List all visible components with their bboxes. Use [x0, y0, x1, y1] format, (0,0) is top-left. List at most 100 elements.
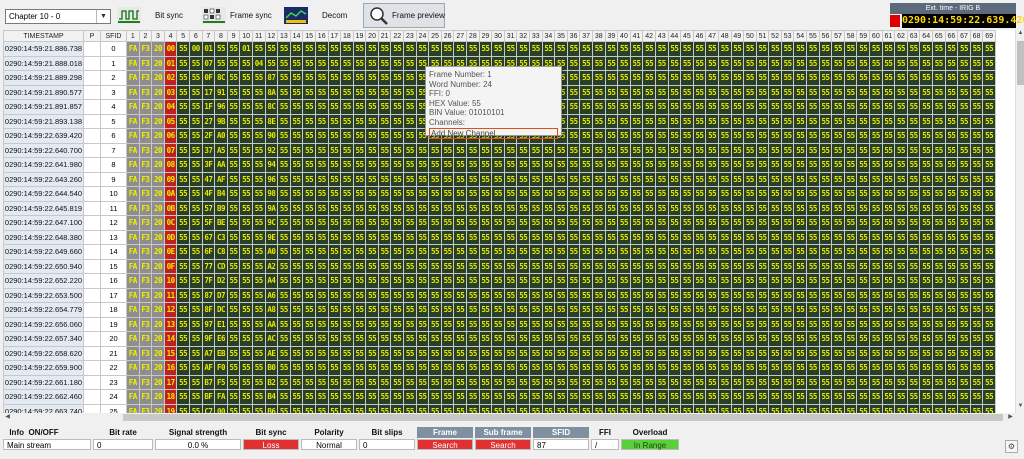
word-cell[interactable]: 55 [680, 360, 694, 376]
word-cell[interactable]: 55 [768, 215, 782, 231]
word-cell[interactable]: 55 [629, 345, 644, 361]
header-word-21[interactable]: 21 [377, 30, 392, 42]
word-cell[interactable]: 07 [201, 55, 216, 71]
word-cell[interactable]: 55 [176, 258, 190, 274]
word-cell[interactable]: 55 [793, 186, 808, 202]
word-cell[interactable]: 55 [730, 41, 745, 57]
subframe-id-cell[interactable]: 13 [163, 316, 178, 332]
word-cell[interactable]: 55 [277, 389, 291, 405]
word-cell[interactable]: 55 [277, 41, 291, 57]
table-row[interactable]: 0290:14:59:22.650.940 15 FA F3 20 0F 55 55 77 CD 5… [3, 258, 996, 274]
sync-word-cell[interactable]: FA [126, 113, 140, 129]
word-cell[interactable]: 8F [201, 302, 216, 318]
sync-word-cell[interactable]: 20 [151, 142, 165, 158]
word-cell[interactable]: 55 [277, 345, 291, 361]
word-cell[interactable]: 55 [629, 331, 644, 347]
table-row[interactable]: 0290:14:59:22.662.460 24 FA F3 20 18 55 55 BF FA 5… [3, 389, 996, 405]
word-cell[interactable]: 55 [415, 215, 430, 231]
word-cell[interactable]: 55 [289, 316, 304, 332]
word-cell[interactable]: 55 [365, 171, 379, 187]
word-cell[interactable]: 55 [478, 244, 493, 260]
word-cell[interactable]: 55 [680, 331, 694, 347]
word-cell[interactable]: 55 [932, 55, 946, 71]
word-cell[interactable]: 9E [264, 229, 279, 245]
word-cell[interactable]: 55 [856, 41, 871, 57]
word-cell[interactable]: 55 [440, 374, 455, 390]
word-cell[interactable]: A0 [264, 244, 279, 260]
word-cell[interactable]: 9B [214, 113, 228, 129]
word-cell[interactable]: 55 [944, 70, 959, 86]
word-cell[interactable]: 55 [906, 389, 921, 405]
word-cell[interactable]: 55 [554, 374, 568, 390]
word-cell[interactable]: 55 [793, 331, 808, 347]
word-cell[interactable]: 55 [957, 345, 971, 361]
word-cell[interactable]: 55 [617, 186, 631, 202]
word-cell[interactable]: 55 [428, 331, 442, 347]
word-cell[interactable]: 55 [591, 128, 606, 144]
word-cell[interactable]: 55 [818, 316, 833, 332]
word-cell[interactable]: 55 [629, 273, 644, 289]
word-cell[interactable]: 55 [932, 186, 946, 202]
word-cell[interactable]: 55 [302, 157, 316, 173]
word-cell[interactable]: 55 [352, 302, 367, 318]
word-cell[interactable]: 55 [352, 229, 367, 245]
word-cell[interactable]: 55 [365, 244, 379, 260]
word-cell[interactable]: 55 [705, 70, 719, 86]
word-cell[interactable]: 55 [579, 200, 593, 216]
word-cell[interactable]: 55 [617, 41, 631, 57]
word-cell[interactable]: 55 [843, 128, 858, 144]
word-cell[interactable]: 55 [491, 171, 505, 187]
word-cell[interactable]: 55 [340, 389, 354, 405]
word-cell[interactable]: 55 [440, 258, 455, 274]
word-cell[interactable]: 55 [226, 70, 241, 86]
word-cell[interactable]: 55 [680, 403, 694, 413]
word-cell[interactable]: 55 [541, 215, 556, 231]
header-word-46[interactable]: 46 [692, 30, 707, 42]
word-cell[interactable]: 55 [566, 229, 581, 245]
word-cell[interactable]: 55 [680, 244, 694, 260]
word-cell[interactable]: 55 [629, 142, 644, 158]
word-cell[interactable]: 55 [428, 229, 442, 245]
word-cell[interactable]: 55 [251, 374, 266, 390]
word-cell[interactable]: 55 [516, 403, 530, 413]
word-cell[interactable]: 55 [869, 229, 883, 245]
word-cell[interactable]: 55 [277, 215, 291, 231]
word-cell[interactable]: 55 [302, 200, 316, 216]
word-cell[interactable]: 55 [289, 389, 304, 405]
word-cell[interactable]: 55 [654, 244, 669, 260]
word-cell[interactable]: 55 [768, 200, 782, 216]
word-cell[interactable]: 55 [226, 215, 241, 231]
word-cell[interactable]: AE [264, 345, 279, 361]
word-cell[interactable]: 55 [743, 302, 757, 318]
word-cell[interactable]: 55 [251, 244, 266, 260]
word-cell[interactable]: 55 [516, 215, 530, 231]
word-cell[interactable]: 55 [642, 374, 656, 390]
table-row[interactable]: 0290:14:59:22.644.540 10 FA F3 20 0A 55 55 4F B4 5… [3, 186, 996, 202]
word-cell[interactable]: 55 [957, 258, 971, 274]
word-cell[interactable]: 55 [793, 302, 808, 318]
word-cell[interactable]: 55 [604, 99, 619, 115]
word-cell[interactable]: 55 [906, 55, 921, 71]
word-cell[interactable]: 55 [730, 70, 745, 86]
word-cell[interactable]: 55 [667, 331, 682, 347]
word-cell[interactable]: 55 [239, 99, 253, 115]
word-cell[interactable]: 55 [831, 215, 845, 231]
word-cell[interactable]: 55 [869, 84, 883, 100]
word-cell[interactable]: 55 [415, 345, 430, 361]
word-cell[interactable]: 55 [554, 345, 568, 361]
word-cell[interactable]: 55 [642, 360, 656, 376]
word-cell[interactable]: 55 [957, 374, 971, 390]
word-cell[interactable]: 55 [780, 142, 795, 158]
word-cell[interactable]: 55 [856, 374, 871, 390]
header-p[interactable]: P [83, 30, 101, 42]
word-cell[interactable]: 55 [793, 244, 808, 260]
subframe-id-cell[interactable]: 15 [163, 345, 178, 361]
word-cell[interactable]: 55 [377, 70, 392, 86]
word-cell[interactable]: 55 [680, 374, 694, 390]
word-cell[interactable]: 55 [743, 186, 757, 202]
word-cell[interactable]: 55 [566, 142, 581, 158]
word-cell[interactable]: 55 [352, 84, 367, 100]
word-cell[interactable]: 55 [466, 316, 480, 332]
word-cell[interactable]: 55 [440, 229, 455, 245]
word-cell[interactable]: 55 [780, 229, 795, 245]
